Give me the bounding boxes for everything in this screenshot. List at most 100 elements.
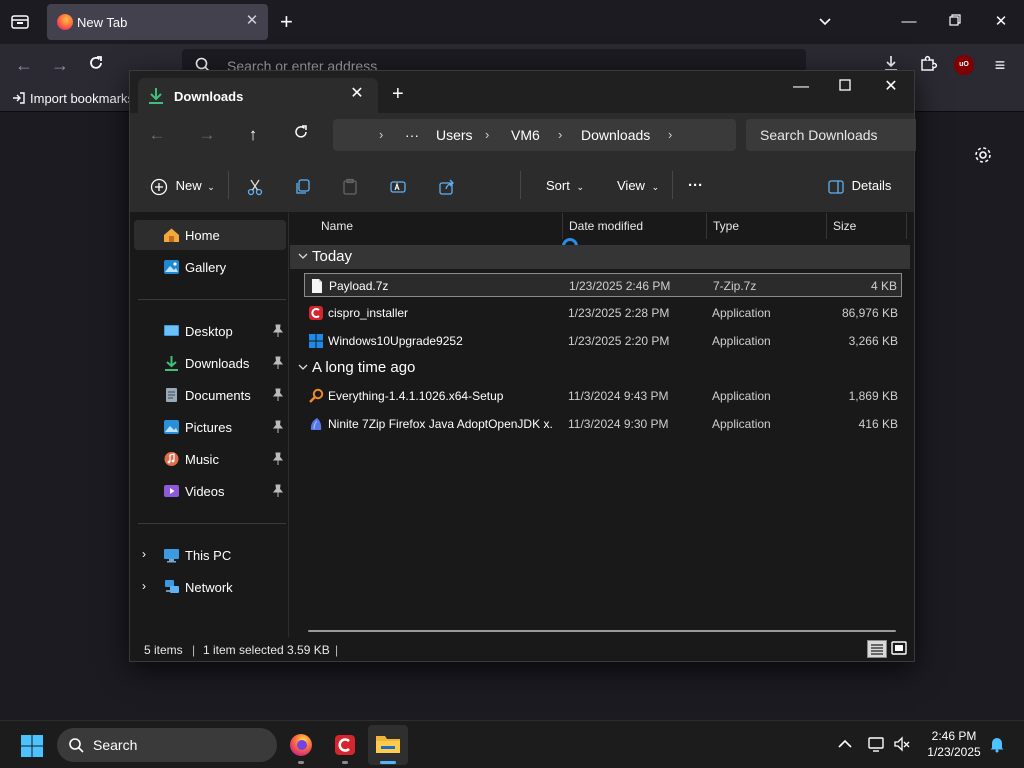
up-arrow-icon[interactable]: ↑ xyxy=(242,124,264,146)
minimize-icon[interactable]: — xyxy=(899,12,919,32)
reload-icon[interactable] xyxy=(85,54,107,76)
forward-arrow-icon[interactable]: → xyxy=(49,54,71,76)
sort-button[interactable]: Sort ⌄ xyxy=(546,175,584,197)
forward-arrow-icon[interactable]: → xyxy=(196,124,218,146)
explorer-tab-downloads[interactable]: Downloads ✕ xyxy=(138,78,378,113)
nav-item-desktop[interactable]: Desktop xyxy=(134,316,286,346)
column-header-name[interactable]: Name xyxy=(321,219,353,233)
copy-button[interactable] xyxy=(294,175,312,197)
running-indicator xyxy=(380,761,396,764)
this-pc-icon xyxy=(163,547,180,563)
more-options-button[interactable]: ··· xyxy=(688,175,703,197)
taskbar-clock[interactable]: 2:46 PM 1/23/2025 xyxy=(918,728,990,760)
breadcrumb[interactable]: › ··· Users › VM6 › Downloads › xyxy=(333,119,736,151)
paste-button[interactable] xyxy=(341,175,359,197)
breadcrumb-more[interactable]: ··· xyxy=(405,127,419,143)
windows-start-icon[interactable] xyxy=(20,734,44,758)
group-header-today[interactable]: Today xyxy=(290,245,910,269)
breadcrumb-vm6[interactable]: VM6 xyxy=(511,127,540,143)
nav-item-network[interactable]: › Network xyxy=(134,572,286,602)
file-row[interactable]: Ninite 7Zip Firefox Java AdoptOpenJDK x.… xyxy=(304,412,902,436)
close-window-icon[interactable]: ✕ xyxy=(991,12,1011,32)
refresh-icon[interactable] xyxy=(290,124,312,146)
column-divider[interactable] xyxy=(562,213,563,239)
file-row[interactable]: cispro_installer 1/23/2025 2:28 PM Appli… xyxy=(304,301,902,325)
nav-label-music: Music xyxy=(185,452,219,467)
nav-label-network: Network xyxy=(185,580,233,595)
explorer-tab-title: Downloads xyxy=(174,89,244,104)
file-type: Application xyxy=(712,417,771,431)
horizontal-scrollbar[interactable] xyxy=(308,630,896,632)
nav-item-gallery[interactable]: Gallery xyxy=(134,252,286,282)
group-header-a-long-time-ago[interactable]: A long time ago xyxy=(290,356,910,380)
pin-icon[interactable] xyxy=(272,388,284,402)
cut-button[interactable] xyxy=(246,175,264,197)
pin-icon[interactable] xyxy=(272,452,284,466)
nav-label-documents: Documents xyxy=(185,388,251,403)
pin-icon[interactable] xyxy=(272,324,284,338)
rename-button[interactable] xyxy=(389,175,407,197)
taskbar-search-box[interactable]: Search xyxy=(57,728,277,762)
pin-icon[interactable] xyxy=(272,484,284,498)
import-bookmarks-button[interactable]: Import bookmarks xyxy=(12,91,134,106)
taskbar-file-explorer-button[interactable] xyxy=(368,725,408,765)
back-arrow-icon[interactable]: ← xyxy=(146,124,168,146)
breadcrumb-downloads[interactable]: Downloads xyxy=(581,127,650,143)
new-button[interactable]: New ⌄ xyxy=(150,175,215,197)
restore-icon[interactable] xyxy=(945,12,965,32)
nav-item-documents[interactable]: Documents xyxy=(134,380,286,410)
share-button[interactable] xyxy=(438,175,456,197)
gear-icon[interactable] xyxy=(973,145,993,165)
close-tab-icon[interactable]: ✕ xyxy=(244,12,260,30)
column-header-date-modified[interactable]: Date modified xyxy=(569,219,643,233)
nav-item-downloads[interactable]: Downloads xyxy=(134,348,286,378)
desktop-icon xyxy=(163,323,180,339)
close-tab-icon[interactable]: ✕ xyxy=(348,85,366,103)
search-downloads-input[interactable]: Search Downloads xyxy=(746,119,916,151)
breadcrumb-users[interactable]: Users xyxy=(436,127,473,143)
taskbar-firefox-button[interactable] xyxy=(281,725,321,765)
maximize-icon[interactable] xyxy=(830,75,860,99)
volume-muted-icon[interactable] xyxy=(893,735,911,753)
notification-bell-icon[interactable] xyxy=(988,735,1006,753)
file-row[interactable]: Payload.7z 1/23/2025 2:46 PM 7-Zip.7z 4 … xyxy=(304,273,902,297)
nav-item-pictures[interactable]: Pictures xyxy=(134,412,286,442)
windows-logo-icon xyxy=(308,333,324,349)
show-hidden-icons-chevron-icon[interactable] xyxy=(836,735,854,753)
details-pane-button[interactable]: Details xyxy=(828,175,891,197)
file-row[interactable]: Everything-1.4.1.1026.x64-Setup 11/3/202… xyxy=(304,384,902,408)
ublock-origin-icon[interactable]: uO xyxy=(954,55,974,75)
file-row[interactable]: Windows10Upgrade9252 1/23/2025 2:20 PM A… xyxy=(304,329,902,353)
pin-icon[interactable] xyxy=(272,356,284,370)
firefox-view-icon[interactable] xyxy=(10,13,30,31)
back-arrow-icon[interactable]: ← xyxy=(13,54,35,76)
new-tab-button[interactable]: + xyxy=(280,10,293,34)
list-all-tabs-icon[interactable] xyxy=(817,13,833,29)
column-divider[interactable] xyxy=(706,213,707,239)
extensions-puzzle-icon[interactable] xyxy=(917,54,939,76)
nav-item-videos[interactable]: Videos xyxy=(134,476,286,506)
browser-tab-new-tab[interactable]: New Tab ✕ xyxy=(47,4,268,40)
chevron-right-icon[interactable]: › xyxy=(142,579,146,593)
file-name: cispro_installer xyxy=(328,306,409,320)
column-header-type[interactable]: Type xyxy=(713,219,739,233)
nav-item-music[interactable]: Music xyxy=(134,444,286,474)
close-window-icon[interactable]: ✕ xyxy=(876,75,906,99)
minimize-icon[interactable]: — xyxy=(786,75,816,99)
nav-item-home[interactable]: Home xyxy=(134,220,286,250)
plus-circle-icon xyxy=(150,178,168,195)
chevron-right-icon[interactable]: › xyxy=(142,547,146,561)
hamburger-menu-icon[interactable]: ≡ xyxy=(989,54,1011,76)
breadcrumb-chevron-icon: › xyxy=(485,127,490,142)
taskbar-comodo-button[interactable] xyxy=(325,725,365,765)
new-tab-button[interactable]: + xyxy=(392,83,404,105)
column-divider[interactable] xyxy=(906,213,907,239)
pin-icon[interactable] xyxy=(272,420,284,434)
details-view-toggle[interactable] xyxy=(867,640,887,658)
view-button[interactable]: View ⌄ xyxy=(617,175,659,197)
tiles-view-toggle[interactable] xyxy=(890,640,910,658)
nav-item-this-pc[interactable]: › This PC xyxy=(134,540,286,570)
column-divider[interactable] xyxy=(826,213,827,239)
network-display-icon[interactable] xyxy=(867,735,885,753)
column-header-size[interactable]: Size xyxy=(833,219,856,233)
